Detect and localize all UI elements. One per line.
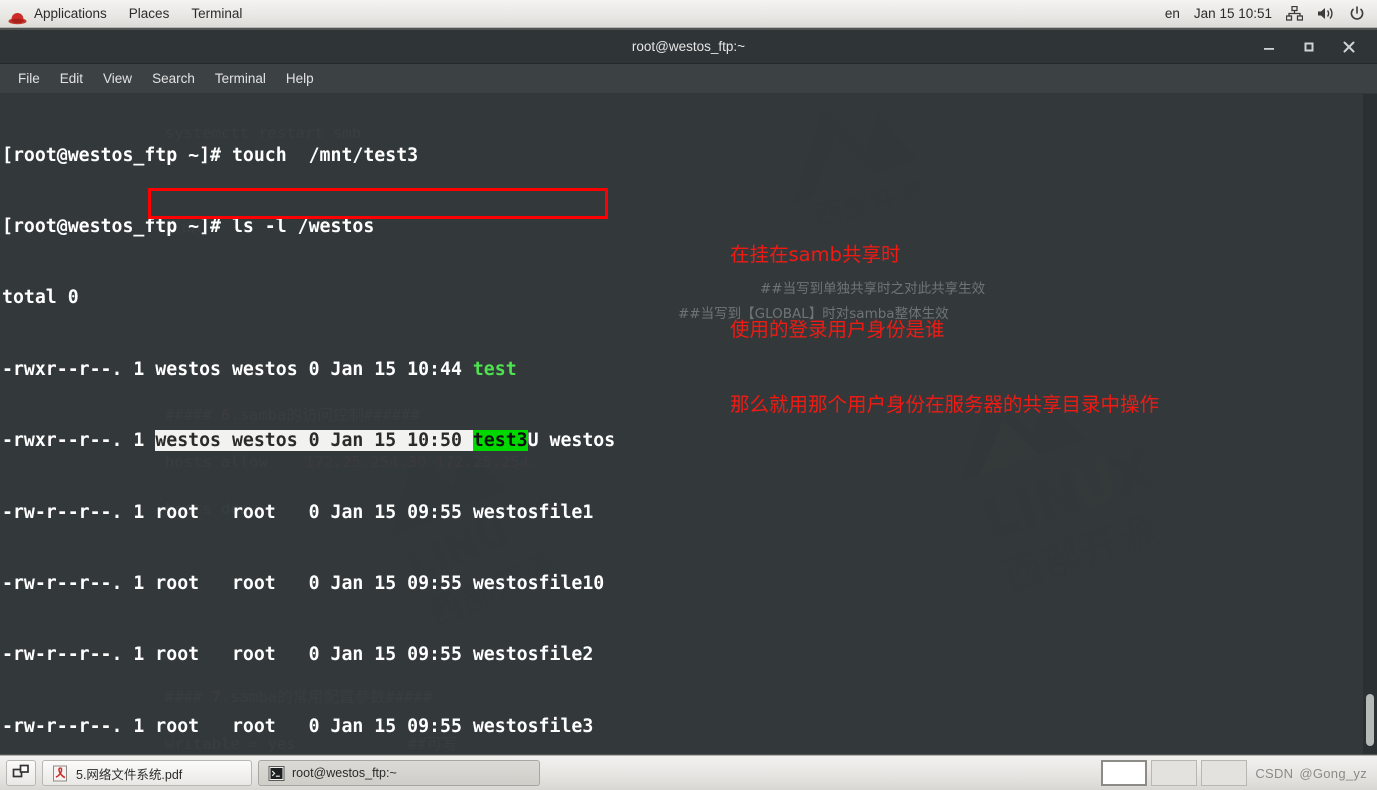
window-controls xyxy=(1261,39,1377,55)
gnome-top-panel: Applications Places Terminal en Jan 15 1… xyxy=(0,0,1377,28)
terminal-line: total 0 xyxy=(2,287,79,309)
window-list-taskbar: 5.网络文件系统.pdf root@westos_ftp:~ CSDN @Gon… xyxy=(0,755,1377,790)
panel-status-area: en Jan 15 10:51 xyxy=(1165,5,1377,22)
selection-row-tail: U westos xyxy=(527,430,616,452)
watermark-user: @Gong_yz xyxy=(1299,765,1367,781)
taskbar-item-pdf-label: 5.网络文件系统.pdf xyxy=(76,767,183,782)
terminal-line: [root@westos_ftp ~]# touch /mnt/test3 xyxy=(2,144,419,166)
annotation-line-1: 在挂在samb共享时 xyxy=(730,243,901,266)
menu-edit[interactable]: Edit xyxy=(50,64,93,93)
terminal-menubar: File Edit View Search Terminal Help xyxy=(0,64,1377,94)
terminal-line: -rw-r--r--. 1 root root 0 Jan 15 09:55 w… xyxy=(2,644,594,666)
terminal-menu-label: Terminal xyxy=(191,6,243,21)
csdn-watermark: CSDN @Gong_yz xyxy=(1255,766,1367,781)
terminal-line: -rw-r--r--. 1 root root 0 Jan 15 09:55 w… xyxy=(2,715,594,737)
menu-view[interactable]: View xyxy=(93,64,142,93)
window-title: root@westos_ftp:~ xyxy=(631,39,746,54)
workspace-switcher-3[interactable] xyxy=(1201,760,1248,786)
redhat-logo-icon xyxy=(8,7,27,25)
network-icon[interactable] xyxy=(1286,6,1303,21)
terminal-line: -rw-r--r--. 1 root root 0 Jan 15 09:55 w… xyxy=(2,572,605,594)
menu-help[interactable]: Help xyxy=(276,64,324,93)
workspace-switcher-2[interactable] xyxy=(1151,760,1198,786)
menu-file[interactable]: File xyxy=(8,64,50,93)
selection-row-text: westos westos 0 Jan 15 10:50 xyxy=(155,430,473,452)
terminal-line: -rwxr--r--. 1 westos westos 0 Jan 15 10:… xyxy=(2,358,517,380)
file-name-test3: test3 xyxy=(472,430,528,452)
applications-menu-label: Applications xyxy=(34,6,107,21)
window-titlebar[interactable]: root@westos_ftp:~ xyxy=(0,30,1377,64)
terminal-output-area[interactable]: [root@westos_ftp ~]# touch /mnt/test3 [r… xyxy=(0,94,1377,754)
annotation-red-text: 在挂在samb共享时 使用的登录用户身份是谁 那么就用那个用户身份在服务器的共享… xyxy=(730,192,1159,467)
taskbar-item-pdf[interactable]: 5.网络文件系统.pdf xyxy=(42,760,252,786)
terminal-scrollbar[interactable] xyxy=(1363,94,1377,754)
terminal-window: root@westos_ftp:~ File Edit View Search xyxy=(0,30,1377,754)
volume-icon[interactable] xyxy=(1317,6,1335,21)
terminal-icon xyxy=(268,765,285,782)
taskbar-item-terminal[interactable]: root@westos_ftp:~ xyxy=(258,760,540,786)
terminal-line: [root@westos_ftp ~]# ls -l /westos xyxy=(2,215,375,237)
keyboard-layout-indicator[interactable]: en xyxy=(1165,6,1180,21)
taskbar-item-terminal-label: root@westos_ftp:~ xyxy=(292,766,397,780)
maximize-button[interactable] xyxy=(1301,39,1317,55)
clock[interactable]: Jan 15 10:51 xyxy=(1194,6,1272,21)
close-button[interactable] xyxy=(1341,39,1357,55)
minimize-button[interactable] xyxy=(1261,39,1277,55)
watermark-site: CSDN xyxy=(1255,765,1294,781)
places-menu-label: Places xyxy=(128,6,170,21)
places-menu[interactable]: Places xyxy=(118,0,181,27)
desktop-screen: 西部开源 LIN U X 西部开源 LINU 西部开源 xyxy=(0,0,1377,790)
show-desktop-icon xyxy=(12,763,30,784)
annotation-line-3: 那么就用那个用户身份在服务器的共享目录中操作 xyxy=(730,393,1160,416)
applications-menu[interactable]: Applications xyxy=(0,0,118,27)
terminal-text: [root@westos_ftp ~]# touch /mnt/test3 [r… xyxy=(2,96,615,754)
taskbar-right-area: CSDN @Gong_yz xyxy=(1097,760,1371,786)
show-desktop-button[interactable] xyxy=(6,760,36,786)
annotation-gray-line-2: ##当写到【GLOBAL】时对samba整体生效 xyxy=(678,306,949,322)
pdf-icon xyxy=(52,765,69,782)
terminal-menu[interactable]: Terminal xyxy=(180,0,253,27)
menu-search[interactable]: Search xyxy=(142,64,205,93)
power-icon[interactable] xyxy=(1349,5,1365,22)
annotation-gray-line-1: ##当写到单独共享时之对此共享生效 xyxy=(760,281,986,297)
menu-terminal[interactable]: Terminal xyxy=(205,64,276,93)
terminal-line: -rw-r--r--. 1 root root 0 Jan 15 09:55 w… xyxy=(2,501,594,523)
workspace-switcher-1[interactable] xyxy=(1101,760,1148,786)
terminal-line-selected: -rwxr--r--. 1 westos westos 0 Jan 15 10:… xyxy=(2,430,616,452)
scrollbar-thumb[interactable] xyxy=(1366,694,1374,746)
file-name-test: test xyxy=(472,358,517,380)
